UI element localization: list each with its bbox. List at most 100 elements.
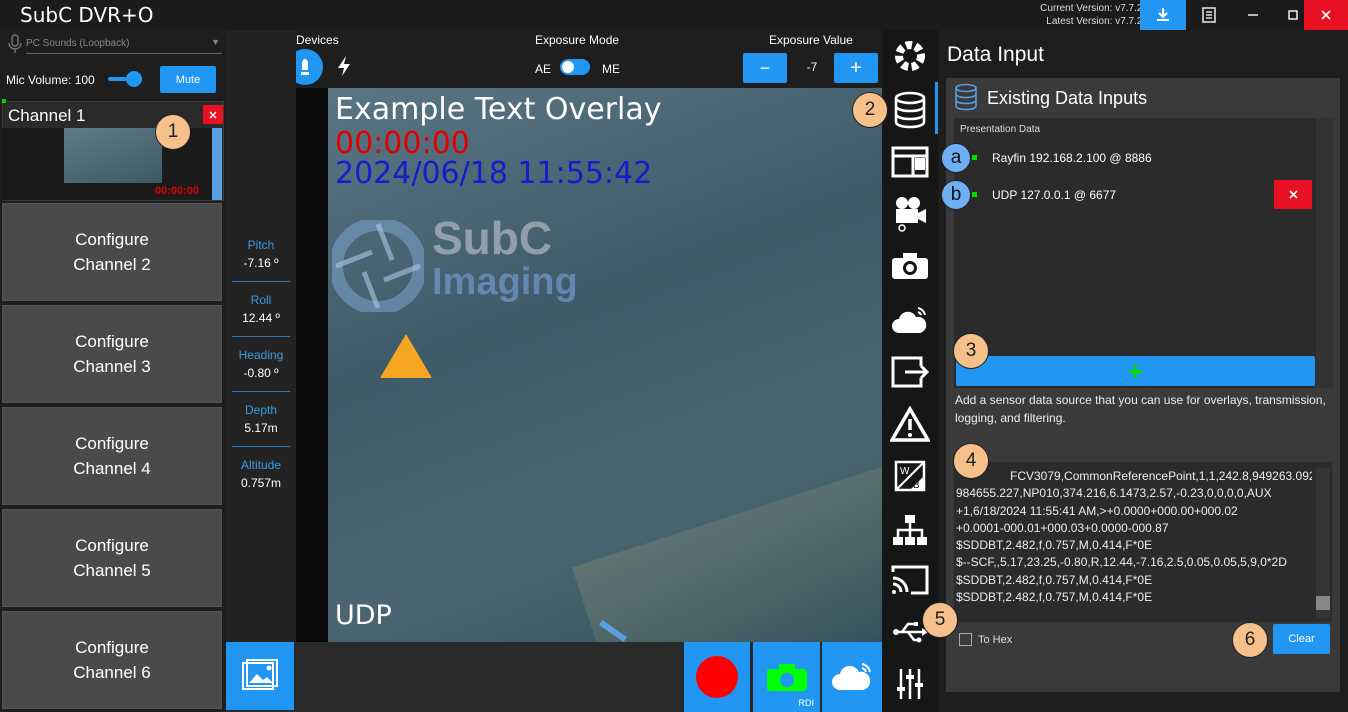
tab-camera[interactable] xyxy=(888,244,932,288)
raw-data-box[interactable]: FCV3079,CommonReferencePoint,1,1,242.8,9… xyxy=(954,462,1332,622)
tab-adjustments[interactable] xyxy=(888,662,932,706)
database-icon xyxy=(894,91,926,129)
configure-channel-6-button[interactable]: Configure Channel 6 xyxy=(2,611,222,709)
layout-icon xyxy=(891,146,929,178)
thumbnail-image xyxy=(64,128,162,183)
network-icon xyxy=(893,515,927,545)
channel-1-status-dot xyxy=(2,99,6,103)
tab-alerts[interactable] xyxy=(888,402,932,446)
camera-icon xyxy=(892,253,928,279)
chevron-down-icon: ▼ xyxy=(211,37,220,47)
close-window-button[interactable] xyxy=(1304,0,1348,30)
record-button[interactable] xyxy=(684,642,750,712)
tab-white-balance[interactable]: WB xyxy=(888,454,932,498)
video-feed[interactable]: Example Text Overlay 00:00:00 2024/06/18… xyxy=(328,88,882,642)
configure-channel-4-button[interactable]: Configure Channel 4 xyxy=(2,407,222,505)
input-b-name[interactable]: UDP 127.0.0.1 @ 6677 xyxy=(992,188,1116,202)
maximize-icon xyxy=(1288,10,1298,20)
depth-value: 5.17m xyxy=(244,421,278,435)
rdi-label: RDI xyxy=(798,698,815,708)
callout-1: 1 xyxy=(155,114,191,150)
tab-cast[interactable] xyxy=(888,558,932,602)
camera-icon xyxy=(766,664,807,691)
overlay-source: UDP xyxy=(335,600,392,631)
scrollbar-thumb[interactable] xyxy=(1316,596,1330,610)
depth-label: Depth xyxy=(244,403,278,417)
notebook-button[interactable] xyxy=(1186,0,1232,30)
callout-6: 6 xyxy=(1232,622,1268,658)
callout-a: a xyxy=(941,143,971,173)
aux-strobe-button[interactable] xyxy=(332,53,356,79)
tab-network[interactable] xyxy=(888,508,932,552)
channel-1-close-button[interactable] xyxy=(203,105,223,124)
callout-2: 2 xyxy=(852,92,888,128)
tab-output[interactable] xyxy=(888,350,932,394)
configure-channel-2-button[interactable]: Configure Channel 2 xyxy=(2,203,222,301)
telemetry-heading: Heading -0.80 º xyxy=(232,342,290,392)
tab-settings[interactable] xyxy=(888,34,932,78)
microphone-icon xyxy=(8,34,22,59)
clear-button[interactable]: Clear xyxy=(1273,624,1330,654)
callout-4: 4 xyxy=(953,443,989,479)
raw-data-line: $SDDBT,2.482,f,0.757,M,0.414,F*0E xyxy=(956,538,1153,553)
audio-source-select[interactable]: PC Sounds (Loopback) ▼ xyxy=(26,34,222,54)
gallery-button[interactable] xyxy=(226,642,294,710)
to-hex-checkbox[interactable] xyxy=(959,633,972,646)
add-data-input-button[interactable]: + xyxy=(956,356,1315,386)
tab-cloud[interactable] xyxy=(888,298,932,342)
cloud-stream-button[interactable] xyxy=(822,642,882,712)
tab-data-input[interactable] xyxy=(888,88,932,132)
ae-label: AE xyxy=(535,62,552,76)
pitch-label: Pitch xyxy=(247,238,275,252)
warning-triangle-marker xyxy=(380,334,432,378)
raw-data-line: +0.0001-000.01+000.03+0.0000-000.87 xyxy=(956,520,1169,535)
heading-label: Heading xyxy=(238,348,284,362)
tab-video-settings[interactable] xyxy=(888,192,932,236)
heading-value: -0.80 º xyxy=(243,366,279,380)
channel-1-scrollbar[interactable] xyxy=(212,128,222,200)
telemetry-pitch: Pitch -7.16 º xyxy=(232,232,290,282)
inputs-list-scrollbar[interactable] xyxy=(1316,118,1334,388)
overlay-title: Example Text Overlay xyxy=(335,92,662,127)
channel-1-label: Channel 1 xyxy=(8,106,86,125)
raw-data-scrollbar[interactable] xyxy=(1316,468,1330,618)
download-button[interactable] xyxy=(1140,0,1186,30)
mute-button[interactable]: Mute xyxy=(160,66,216,93)
input-a-status-dot xyxy=(972,155,977,160)
exposure-mode-toggle[interactable] xyxy=(560,59,590,75)
raw-data-lines: FCV3079,CommonReferencePoint,1,1,242.8,9… xyxy=(956,468,1312,606)
roll-value: 12.44 º xyxy=(242,311,280,325)
exposure-decrease-button[interactable]: − xyxy=(743,53,787,83)
mic-volume-slider[interactable] xyxy=(108,70,142,88)
exposure-increase-button[interactable]: + xyxy=(834,53,878,83)
presentation-data-label: Presentation Data xyxy=(960,124,1041,135)
rdi-snapshot-button[interactable]: RDI xyxy=(753,642,820,712)
exposure-value-label: Exposure Value xyxy=(769,33,853,47)
input-b-status-dot xyxy=(972,192,977,197)
tab-layout[interactable] xyxy=(888,140,932,184)
close-icon xyxy=(1321,10,1331,20)
subc-logo-icon xyxy=(329,217,427,315)
download-icon xyxy=(1157,8,1169,21)
channel-1-timer: 00:00:00 xyxy=(155,185,200,197)
raw-data-line: FCV3079,CommonReferencePoint,1,1,242.8,9… xyxy=(1010,469,1312,483)
sliders-icon xyxy=(897,669,923,699)
database-icon xyxy=(954,83,978,111)
configure-channel-5-button[interactable]: Configure Channel 5 xyxy=(2,509,222,607)
slider-thumb[interactable] xyxy=(126,71,142,87)
svg-text:W: W xyxy=(900,466,910,477)
configure-channel-3-button[interactable]: Configure Channel 3 xyxy=(2,305,222,403)
remove-input-b-button[interactable] xyxy=(1274,180,1312,209)
telemetry-altitude: Altitude 0.757m xyxy=(232,452,290,502)
mic-volume-label: Mic Volume: 100 xyxy=(6,73,95,87)
audio-source-value: PC Sounds (Loopback) xyxy=(26,38,130,49)
exposure-mode-label: Exposure Mode xyxy=(535,33,620,47)
callout-3: 3 xyxy=(953,333,989,369)
roll-label: Roll xyxy=(250,293,272,307)
panel-heading: Data Input xyxy=(947,43,1044,66)
gallery-icon xyxy=(242,659,278,690)
seafloor-shading xyxy=(572,456,882,642)
cast-icon xyxy=(891,565,929,595)
altitude-value: 0.757m xyxy=(240,476,282,490)
input-a-name[interactable]: Rayfin 192.168.2.100 @ 8886 xyxy=(992,151,1152,165)
